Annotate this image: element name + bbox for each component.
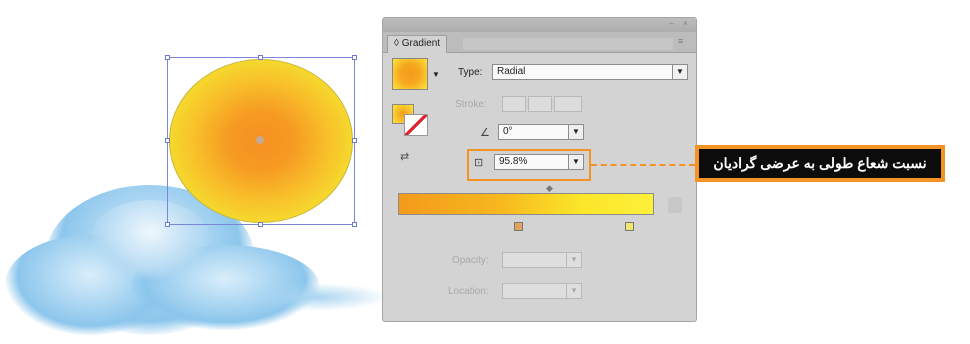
annotation-callout: نسبت شعاع طولی به عرضی گرادیان: [695, 145, 945, 182]
opacity-dropdown-icon[interactable]: ▼: [566, 252, 582, 268]
resize-handle[interactable]: [258, 55, 263, 60]
color-stop-left[interactable]: [514, 222, 523, 231]
type-select[interactable]: Radial: [492, 64, 678, 80]
color-stop-right[interactable]: [625, 222, 634, 231]
reverse-gradient-icon[interactable]: ⇄: [400, 150, 409, 164]
resize-handle[interactable]: [352, 55, 357, 60]
location-dropdown-icon[interactable]: ▼: [566, 283, 582, 299]
angle-dropdown-icon[interactable]: ▼: [568, 124, 584, 140]
aspect-ratio-highlight: [467, 149, 591, 181]
stroke-none-icon[interactable]: [404, 114, 428, 136]
resize-handle[interactable]: [165, 55, 170, 60]
callout-leader-line: [591, 164, 695, 166]
opacity-input[interactable]: [502, 252, 568, 268]
angle-icon: ∠: [480, 127, 490, 139]
resize-handle[interactable]: [165, 138, 170, 143]
resize-handle[interactable]: [352, 222, 357, 227]
type-dropdown-icon[interactable]: ▼: [672, 64, 688, 80]
location-input[interactable]: [502, 283, 568, 299]
resize-handle[interactable]: [165, 222, 170, 227]
panel-title-bar[interactable]: – ×: [383, 18, 696, 32]
resize-handle[interactable]: [258, 222, 263, 227]
opacity-label: Opacity:: [452, 255, 489, 266]
location-label: Location:: [448, 286, 489, 297]
tab-bar-filler: [463, 38, 673, 50]
gradient-swatch-icon[interactable]: [392, 58, 428, 90]
stroke-option-1[interactable]: [502, 96, 526, 112]
stroke-option-3[interactable]: [554, 96, 582, 112]
angle-input[interactable]: 0°: [498, 124, 570, 140]
callout-text: نسبت شعاع طولی به عرضی گرادیان: [699, 149, 941, 178]
resize-handle[interactable]: [352, 138, 357, 143]
swatch-dropdown-icon[interactable]: ▼: [432, 68, 440, 82]
collapse-icon[interactable]: –: [667, 20, 676, 28]
stroke-option-2[interactable]: [528, 96, 552, 112]
panel-tab-bar: ◊ Gradient ≡: [383, 32, 696, 53]
panel-menu-icon[interactable]: ≡: [678, 36, 690, 46]
gradient-slider[interactable]: [398, 193, 654, 215]
tab-gradient[interactable]: ◊ Gradient: [387, 35, 448, 53]
type-label: Type:: [458, 67, 483, 78]
center-point: [256, 136, 264, 144]
tab-arrows-icon: ◊: [394, 38, 402, 49]
stroke-label: Stroke:: [455, 99, 487, 110]
delete-stop-icon[interactable]: [668, 197, 682, 213]
tab-label: Gradient: [401, 38, 441, 49]
close-icon[interactable]: ×: [681, 20, 690, 28]
